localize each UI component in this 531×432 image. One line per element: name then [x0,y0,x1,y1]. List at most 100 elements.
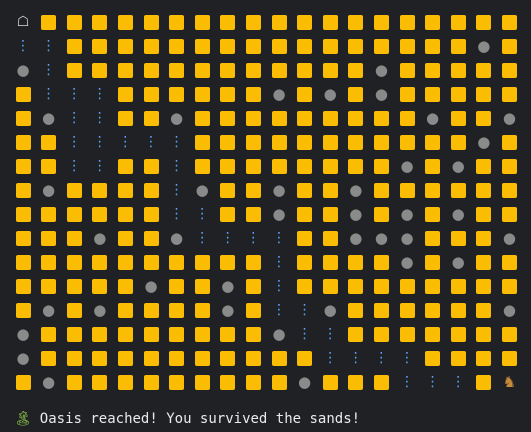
sand-block [501,62,517,78]
rock-cell: ● [36,298,62,322]
rock-icon: ● [170,228,184,247]
rock-icon: ● [400,252,414,271]
sand-tile [215,82,241,106]
rock-icon: ● [42,180,56,199]
sand-block [297,14,313,30]
footprints-icon: ⋮ [272,302,286,318]
sand-tile [215,322,241,346]
sand-block [66,374,82,390]
sand-tile [189,34,215,58]
sand-block [245,62,261,78]
sand-block [476,326,492,342]
rock-cell: ● [394,226,420,250]
rock-icon: ● [349,180,363,199]
sand-block [245,374,261,390]
sand-tile [87,346,113,370]
sand-block [297,182,313,198]
sand-block [143,14,159,30]
sand-tile [240,106,266,130]
sand-tile [164,274,190,298]
sand-tile [266,154,292,178]
sand-tile [292,274,318,298]
footprints-icon: ⋮ [41,38,56,54]
rock-cell: ● [343,178,369,202]
sand-block [399,302,415,318]
sand-tile [420,274,446,298]
sand-tile [445,10,471,34]
rock-cell: ● [266,178,292,202]
footprints-icon: ⋮ [118,134,133,150]
sand-tile [240,154,266,178]
sand-block [322,206,338,222]
sand-block [117,230,133,246]
sand-tile [368,106,394,130]
sand-tile [189,298,215,322]
sand-tile [292,106,318,130]
sand-block [220,134,236,150]
sand-tile [394,106,420,130]
rock-cell: ● [36,178,62,202]
sand-block [297,206,313,222]
sand-block [373,38,389,54]
sand-block [245,254,261,270]
sand-block [425,158,441,174]
rock-cell: ● [394,250,420,274]
sand-block [143,158,159,174]
sand-tile [164,298,190,322]
sand-tile [445,106,471,130]
sand-tile [445,274,471,298]
sand-tile [36,154,62,178]
sand-tile [138,58,164,82]
sand-tile [420,322,446,346]
footprints-cell: ⋮ [240,226,266,250]
sand-tile [61,250,87,274]
footprints-cell: ⋮ [292,322,318,346]
sand-block [245,302,261,318]
sand-block [476,230,492,246]
sand-tile [215,34,241,58]
sand-tile [240,82,266,106]
sand-block [15,86,31,102]
sand-block [117,206,133,222]
sand-block [450,278,466,294]
footprints-icon: ⋮ [41,62,56,78]
sand-block [169,302,185,318]
sand-block [15,302,31,318]
sand-block [143,230,159,246]
footprints-cell: ⋮ [266,274,292,298]
sand-tile [394,130,420,154]
sand-block [501,278,517,294]
footprints-cell: ⋮ [266,298,292,322]
sand-block [194,62,210,78]
footprints-icon: ⋮ [92,110,107,126]
sand-block [425,350,441,366]
sand-tile [292,154,318,178]
sand-tile [189,82,215,106]
sand-tile [317,58,343,82]
rock-icon: ● [42,108,56,127]
sand-block [220,374,236,390]
footprints-icon: ⋮ [67,134,82,150]
rock-icon: ● [144,276,158,295]
sand-block [425,206,441,222]
sand-tile [394,58,420,82]
sand-block [66,302,82,318]
sand-tile [240,346,266,370]
sand-tile [496,130,522,154]
sand-block [501,254,517,270]
sand-block [476,206,492,222]
sand-tile [266,346,292,370]
sand-block [143,302,159,318]
sand-tile [471,58,497,82]
sand-block [92,14,108,30]
sand-tile [87,370,113,394]
sand-tile [420,58,446,82]
rock-icon: ● [42,372,56,391]
sand-tile [420,202,446,226]
sand-tile [10,154,36,178]
sand-block [348,62,364,78]
sand-block [501,182,517,198]
sand-block [220,14,236,30]
sand-block [92,62,108,78]
sand-tile [112,202,138,226]
